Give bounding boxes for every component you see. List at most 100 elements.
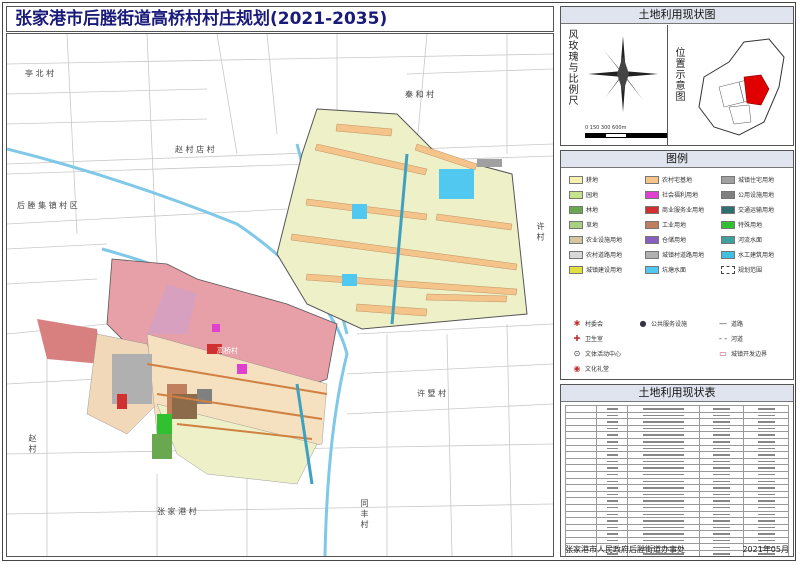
legend-swatch <box>721 265 735 274</box>
table-cell <box>596 497 629 505</box>
table-cell <box>627 530 700 538</box>
scale-bar-graphic <box>585 133 667 138</box>
table-cell <box>564 484 598 492</box>
table-cell <box>743 497 789 505</box>
table-cell <box>627 424 700 433</box>
table-cell <box>596 484 629 492</box>
table-row <box>564 510 789 519</box>
legend-label: 城镇村道路用地 <box>662 252 705 259</box>
compass-label: 风玫瑰与比例尺 <box>566 29 577 106</box>
symbol-label: 城镇开发边界 <box>731 351 768 358</box>
legend-item: 工业用地 <box>645 220 686 229</box>
table-cell <box>743 451 789 459</box>
table-cell <box>698 405 745 413</box>
map-label-zhaocundian: 赵 村 店 村 <box>175 145 215 154</box>
table-cell <box>627 457 700 466</box>
legend-label: 城镇建设用地 <box>586 267 623 274</box>
table-cell <box>627 431 700 439</box>
table-cell <box>596 470 629 479</box>
table-cell <box>564 411 598 420</box>
table-row <box>564 497 789 505</box>
legend-label: 特殊用地 <box>738 222 763 229</box>
table-cell <box>596 451 629 459</box>
symbol-label: 公共服务设施 <box>651 321 688 328</box>
table-cell <box>698 523 745 532</box>
legend-label: 社会福利用地 <box>662 192 699 199</box>
map-label-zhangjiagang: 张 家 港 村 <box>157 507 197 516</box>
table-cell <box>564 431 598 439</box>
table-cell <box>698 530 745 538</box>
table-cell <box>564 477 598 486</box>
table-cell <box>627 464 700 472</box>
table-cell <box>627 510 700 519</box>
wind-rose-icon <box>588 36 658 112</box>
table-title: 土地利用现状表 <box>561 385 793 402</box>
legend-label: 农村道路用地 <box>586 252 623 259</box>
table-cell <box>596 431 629 439</box>
table-cell <box>564 457 598 466</box>
table-cell <box>564 464 598 472</box>
table-cell <box>596 444 629 453</box>
table-cell <box>596 411 629 420</box>
table-cell <box>743 470 789 479</box>
legend-item: 水工建筑用地 <box>721 250 774 259</box>
legend-item: 河流水面 <box>721 235 762 244</box>
legend-item: 城镇村道路用地 <box>645 250 704 259</box>
table-cell <box>743 477 789 486</box>
table-cell <box>627 523 700 532</box>
table-cell <box>627 517 700 525</box>
footer: 张家港市人民政府后塍街道办事处 2021年05月 <box>561 543 793 556</box>
legend-label: 坑塘水面 <box>662 267 687 274</box>
legend-swatch <box>721 235 735 244</box>
sidebar: 土地利用现状图 风玫瑰与比例尺 0 150 300 600m 位置示意图 图例 … <box>560 6 794 557</box>
symbol-label: 道路 <box>731 321 744 328</box>
legend-label: 林地 <box>586 207 599 214</box>
symbol-item: ● 公共服务设施 <box>635 319 688 328</box>
symbol-icon: - - <box>718 334 728 343</box>
map-label-tingbei: 亭 北 村 <box>25 69 55 78</box>
table-cell <box>564 424 598 433</box>
legend-label: 仓储用地 <box>662 237 687 244</box>
table-cell <box>596 477 629 486</box>
table-row <box>564 411 789 420</box>
table-cell <box>698 497 745 505</box>
legend-label: 城镇住宅用地 <box>738 177 775 184</box>
legend-label: 工业用地 <box>662 222 687 229</box>
table-cell <box>564 490 598 499</box>
legend-swatch <box>569 250 583 259</box>
table-cell <box>627 437 700 446</box>
table-cell <box>698 444 745 453</box>
table-cell <box>698 490 745 499</box>
symbol-icon: ✚ <box>573 334 581 343</box>
symbol-label: 卫生室 <box>585 336 604 343</box>
legend-swatch <box>721 190 735 199</box>
table-cell <box>564 437 598 446</box>
table-cell <box>698 457 745 466</box>
table-cell <box>564 418 598 426</box>
table-row <box>564 424 789 433</box>
table-cell <box>627 451 700 459</box>
legend-label: 园地 <box>586 192 599 199</box>
legend-label: 水工建筑用地 <box>738 252 775 259</box>
table-cell <box>627 444 700 453</box>
table-cell <box>698 437 745 446</box>
table-row <box>564 490 789 499</box>
table-cell <box>743 418 789 426</box>
location-label: 位置示意图 <box>673 47 684 102</box>
main-map[interactable]: 亭 北 村 秦 和 村 赵 村 店 村 后 塍 集 镇 村 区 许 村 许 墅 … <box>6 33 554 557</box>
legend-swatch <box>721 250 735 259</box>
table-cell <box>698 424 745 433</box>
legend-swatch <box>569 190 583 199</box>
symbol-label: 村委会 <box>585 321 604 328</box>
legend-label: 河流水面 <box>738 237 763 244</box>
table-cell <box>627 405 700 413</box>
table-cell <box>743 437 789 446</box>
legend-label: 草地 <box>586 222 599 229</box>
table-row <box>564 530 789 538</box>
table-cell <box>743 517 789 525</box>
table-cell <box>564 444 598 453</box>
legend-swatch <box>569 175 583 184</box>
location-map <box>698 38 785 136</box>
table-cell <box>698 510 745 519</box>
legend-item: 城镇住宅用地 <box>721 175 774 184</box>
